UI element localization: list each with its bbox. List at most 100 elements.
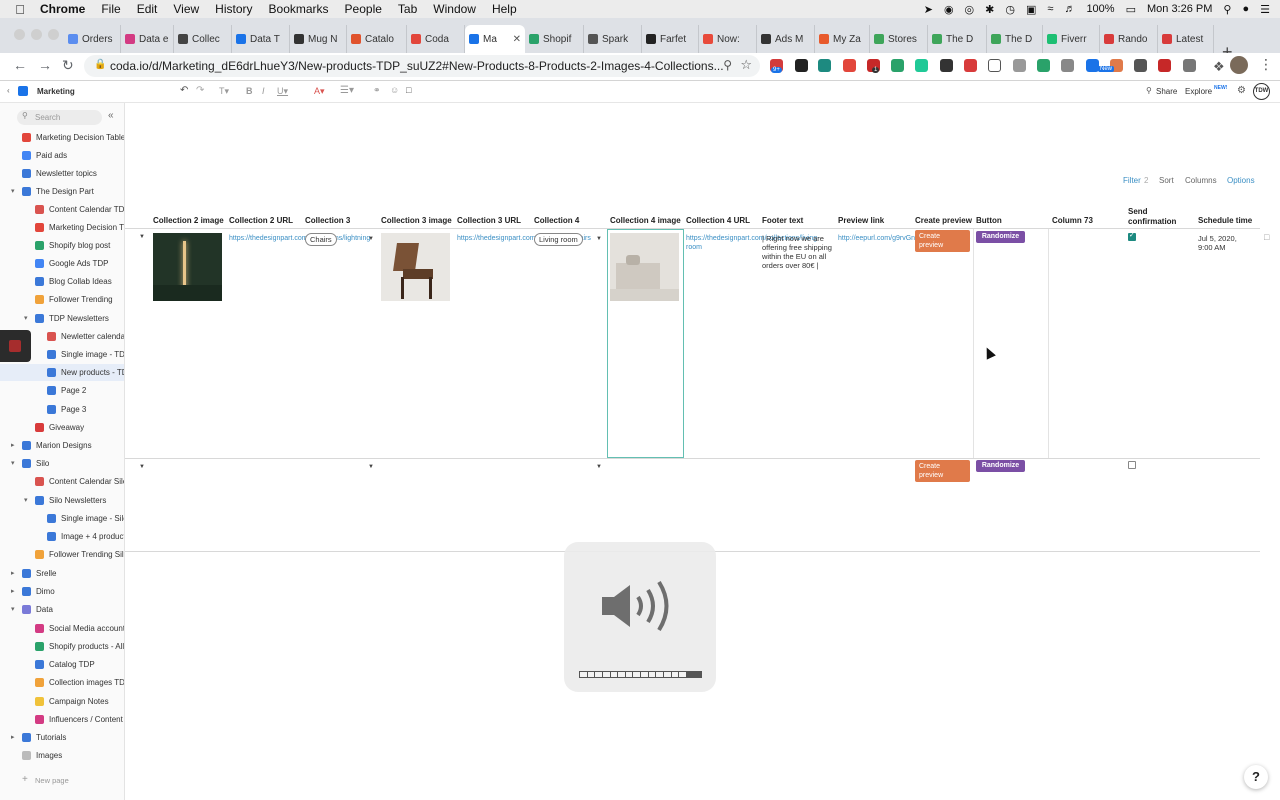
caret-down-icon[interactable]: ▾ xyxy=(24,314,28,322)
browser-tab[interactable]: The D xyxy=(928,25,987,53)
browser-tab[interactable]: Fiverr xyxy=(1043,25,1100,53)
browser-tab[interactable]: Catalo xyxy=(347,25,407,53)
caret-down-icon[interactable]: ▾ xyxy=(11,459,15,467)
menu-edit[interactable]: Edit xyxy=(137,2,158,16)
menu-tab[interactable]: Tab xyxy=(398,2,417,16)
sidebar-item[interactable]: ▸ Dimo xyxy=(0,583,124,600)
sidebar-item[interactable]: ▾ Silo Newsletters xyxy=(0,492,124,509)
filter-button[interactable]: Filter xyxy=(1123,176,1141,185)
row-expand-caret-icon[interactable]: ▼ xyxy=(139,234,145,240)
underline-icon[interactable]: U▾ xyxy=(277,86,288,97)
menu-app-chrome[interactable]: Chrome xyxy=(40,2,85,16)
browser-tab[interactable]: Shopif xyxy=(525,25,584,53)
sidebar-item[interactable]: ▾ TDP Newsletters xyxy=(0,310,124,327)
col-header-footer-text[interactable]: Footer text xyxy=(762,216,803,225)
browser-tab[interactable]: Rando xyxy=(1100,25,1158,53)
sidebar-item[interactable]: Content Calendar Silo xyxy=(0,473,124,490)
browser-tab[interactable]: Farfet xyxy=(642,25,699,53)
browser-extension-icon[interactable] xyxy=(843,59,856,72)
browser-tab[interactable]: Now: xyxy=(699,25,757,53)
table-row[interactable] xyxy=(125,229,1260,458)
collapse-sidebar-icon[interactable]: « xyxy=(108,110,114,121)
col-header-collection-4-image[interactable]: Collection 4 image xyxy=(610,216,681,225)
browser-tab[interactable]: Ads M xyxy=(757,25,815,53)
browser-tab[interactable]: Collec xyxy=(174,25,232,53)
status-circle-icon[interactable]: ◉ xyxy=(944,3,954,16)
sidebar-item[interactable]: Single image - Silo xyxy=(0,510,124,527)
help-button[interactable]: ? xyxy=(1244,765,1268,789)
sidebar-item[interactable]: Images xyxy=(0,747,124,764)
explore-button[interactable]: Explore xyxy=(1185,87,1212,96)
link-icon[interactable]: ⚭ xyxy=(373,85,381,96)
send-confirmation-checkbox[interactable] xyxy=(1128,461,1136,469)
share-icon[interactable]: ⚲ xyxy=(1146,86,1152,95)
window-close-icon[interactable] xyxy=(14,29,25,40)
browser-extension-icon[interactable] xyxy=(1061,59,1074,72)
sidebar-item[interactable]: Social Media accounts xyxy=(0,620,124,637)
caret-down-icon[interactable]: ▾ xyxy=(11,187,15,195)
table-row[interactable] xyxy=(125,459,1260,551)
forward-arrow-icon[interactable]: → xyxy=(38,57,52,73)
notification-center-icon[interactable]: ☰ xyxy=(1260,3,1270,16)
siri-icon[interactable]: ● xyxy=(1242,3,1249,15)
doc-title[interactable]: Marketing xyxy=(37,87,75,96)
browser-extension-icon[interactable] xyxy=(1037,59,1050,72)
add-page-plus-icon[interactable]: + xyxy=(22,774,28,785)
schedule-time[interactable]: Jul 5, 2020, 9:00 AM xyxy=(1198,234,1250,252)
browser-extension-icon[interactable] xyxy=(1013,59,1026,72)
browser-tab[interactable]: Data e xyxy=(121,25,174,53)
caret-right-icon[interactable]: ▸ xyxy=(11,733,15,741)
collection-3-image[interactable] xyxy=(381,233,450,301)
collection-4-image[interactable] xyxy=(610,233,679,301)
browser-tab[interactable]: Data T xyxy=(232,25,290,53)
browser-extension-icon[interactable] xyxy=(795,59,808,72)
browser-extension-icon[interactable] xyxy=(915,59,928,72)
col-header-collection-3-url[interactable]: Collection 3 URL xyxy=(457,216,521,225)
collection-4-url[interactable]: https://thedesignpart.com/collections/li… xyxy=(686,234,819,252)
create-preview-button[interactable]: Create preview xyxy=(915,460,970,482)
sidebar-item[interactable]: Blog Collab Ideas xyxy=(0,273,124,290)
browser-tab[interactable]: My Za xyxy=(815,25,870,53)
location-arrow-icon[interactable]: ➤ xyxy=(924,3,933,16)
browser-extension-icon[interactable] xyxy=(964,59,977,72)
col-header-collection-3-image[interactable]: Collection 3 image xyxy=(381,216,452,225)
browser-extension-icon[interactable] xyxy=(1183,59,1196,72)
wifi-icon[interactable]: ≈ xyxy=(1047,3,1053,15)
italic-icon[interactable]: I xyxy=(262,86,265,96)
caret-right-icon[interactable]: ▸ xyxy=(11,587,15,595)
bookmark-star-icon[interactable]: ☆ xyxy=(740,57,752,73)
sidebar-item[interactable]: New products - TDP xyxy=(0,364,124,381)
collection-2-url[interactable]: https://thedesignpart.com/collections/li… xyxy=(229,234,370,243)
browser-tab[interactable]: Coda xyxy=(407,25,465,53)
browser-extension-icon[interactable] xyxy=(891,59,904,72)
redo-icon[interactable]: ↷ xyxy=(196,85,204,96)
browser-extension-icon[interactable] xyxy=(818,59,831,72)
sidebar-item[interactable]: Page 3 xyxy=(0,401,124,418)
browser-tab[interactable]: Orders xyxy=(64,25,121,53)
browser-tab[interactable]: Ma ✕ xyxy=(465,25,525,53)
collection-4-dropdown-icon[interactable]: ▼ xyxy=(596,464,602,470)
spotlight-search-icon[interactable]: ⚲ xyxy=(1223,3,1231,16)
preview-link[interactable]: http://eepurl.com/g9rvGn xyxy=(838,234,915,243)
sidebar-item[interactable]: Image + 4 products xyxy=(0,528,124,545)
randomize-button[interactable]: Randomize xyxy=(976,231,1025,243)
browser-tab[interactable]: Mug N xyxy=(290,25,347,53)
menu-history[interactable]: History xyxy=(215,2,252,16)
options-button[interactable]: Options xyxy=(1227,176,1255,185)
sidebar-item[interactable]: Influencers / Content xyxy=(0,711,124,728)
profile-avatar[interactable] xyxy=(1230,56,1248,74)
bold-icon[interactable]: B xyxy=(246,86,253,96)
columns-button[interactable]: Columns xyxy=(1185,176,1217,185)
sort-button[interactable]: Sort xyxy=(1159,176,1174,185)
col-header-collection-4[interactable]: Collection 4 xyxy=(534,216,579,225)
collection-3-dropdown-icon[interactable]: ▼ xyxy=(368,236,374,242)
menu-people[interactable]: People xyxy=(345,2,382,16)
clock[interactable]: Mon 3:26 PM xyxy=(1147,3,1212,15)
browser-extension-icon[interactable] xyxy=(1134,59,1147,72)
col-header-preview-link[interactable]: Preview link xyxy=(838,216,884,225)
sidebar-item[interactable]: ▾ Silo xyxy=(0,455,124,472)
emoji-icon[interactable]: ☺ xyxy=(390,85,399,95)
row-comment-icon[interactable]: □ xyxy=(1264,232,1269,242)
collection-3-url[interactable]: https://thedesignpart.com/collections/ch… xyxy=(457,234,591,243)
col-header-column-73[interactable]: Column 73 xyxy=(1052,216,1093,225)
